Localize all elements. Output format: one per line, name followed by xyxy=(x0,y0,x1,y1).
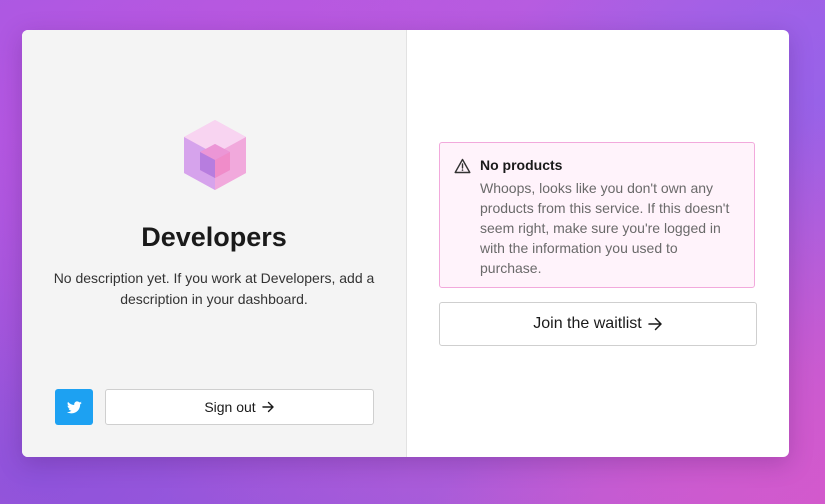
alert-title: No products xyxy=(480,157,563,173)
join-waitlist-label: Join the waitlist xyxy=(533,315,642,332)
sign-out-button[interactable]: Sign out xyxy=(105,389,374,425)
twitter-button[interactable] xyxy=(55,389,93,425)
warning-triangle-icon xyxy=(454,158,471,174)
cube-icon xyxy=(184,120,246,190)
login-card: Developers No description yet. If you wo… xyxy=(22,30,789,457)
brand-panel: Developers No description yet. If you wo… xyxy=(22,30,407,457)
alert-message: Whoops, looks like you don't own any pro… xyxy=(480,180,730,276)
arrow-right-icon xyxy=(261,401,275,413)
join-waitlist-button[interactable]: Join the waitlist xyxy=(439,302,757,346)
arrow-right-icon xyxy=(648,317,663,331)
no-products-alert: No products Whoops, looks like you don't… xyxy=(439,142,755,288)
brand-title: Developers xyxy=(141,222,287,252)
brand-description: No description yet. If you work at Devel… xyxy=(53,270,375,307)
products-panel: No products Whoops, looks like you don't… xyxy=(407,30,789,457)
twitter-icon xyxy=(66,400,82,413)
sign-out-label: Sign out xyxy=(204,399,256,415)
